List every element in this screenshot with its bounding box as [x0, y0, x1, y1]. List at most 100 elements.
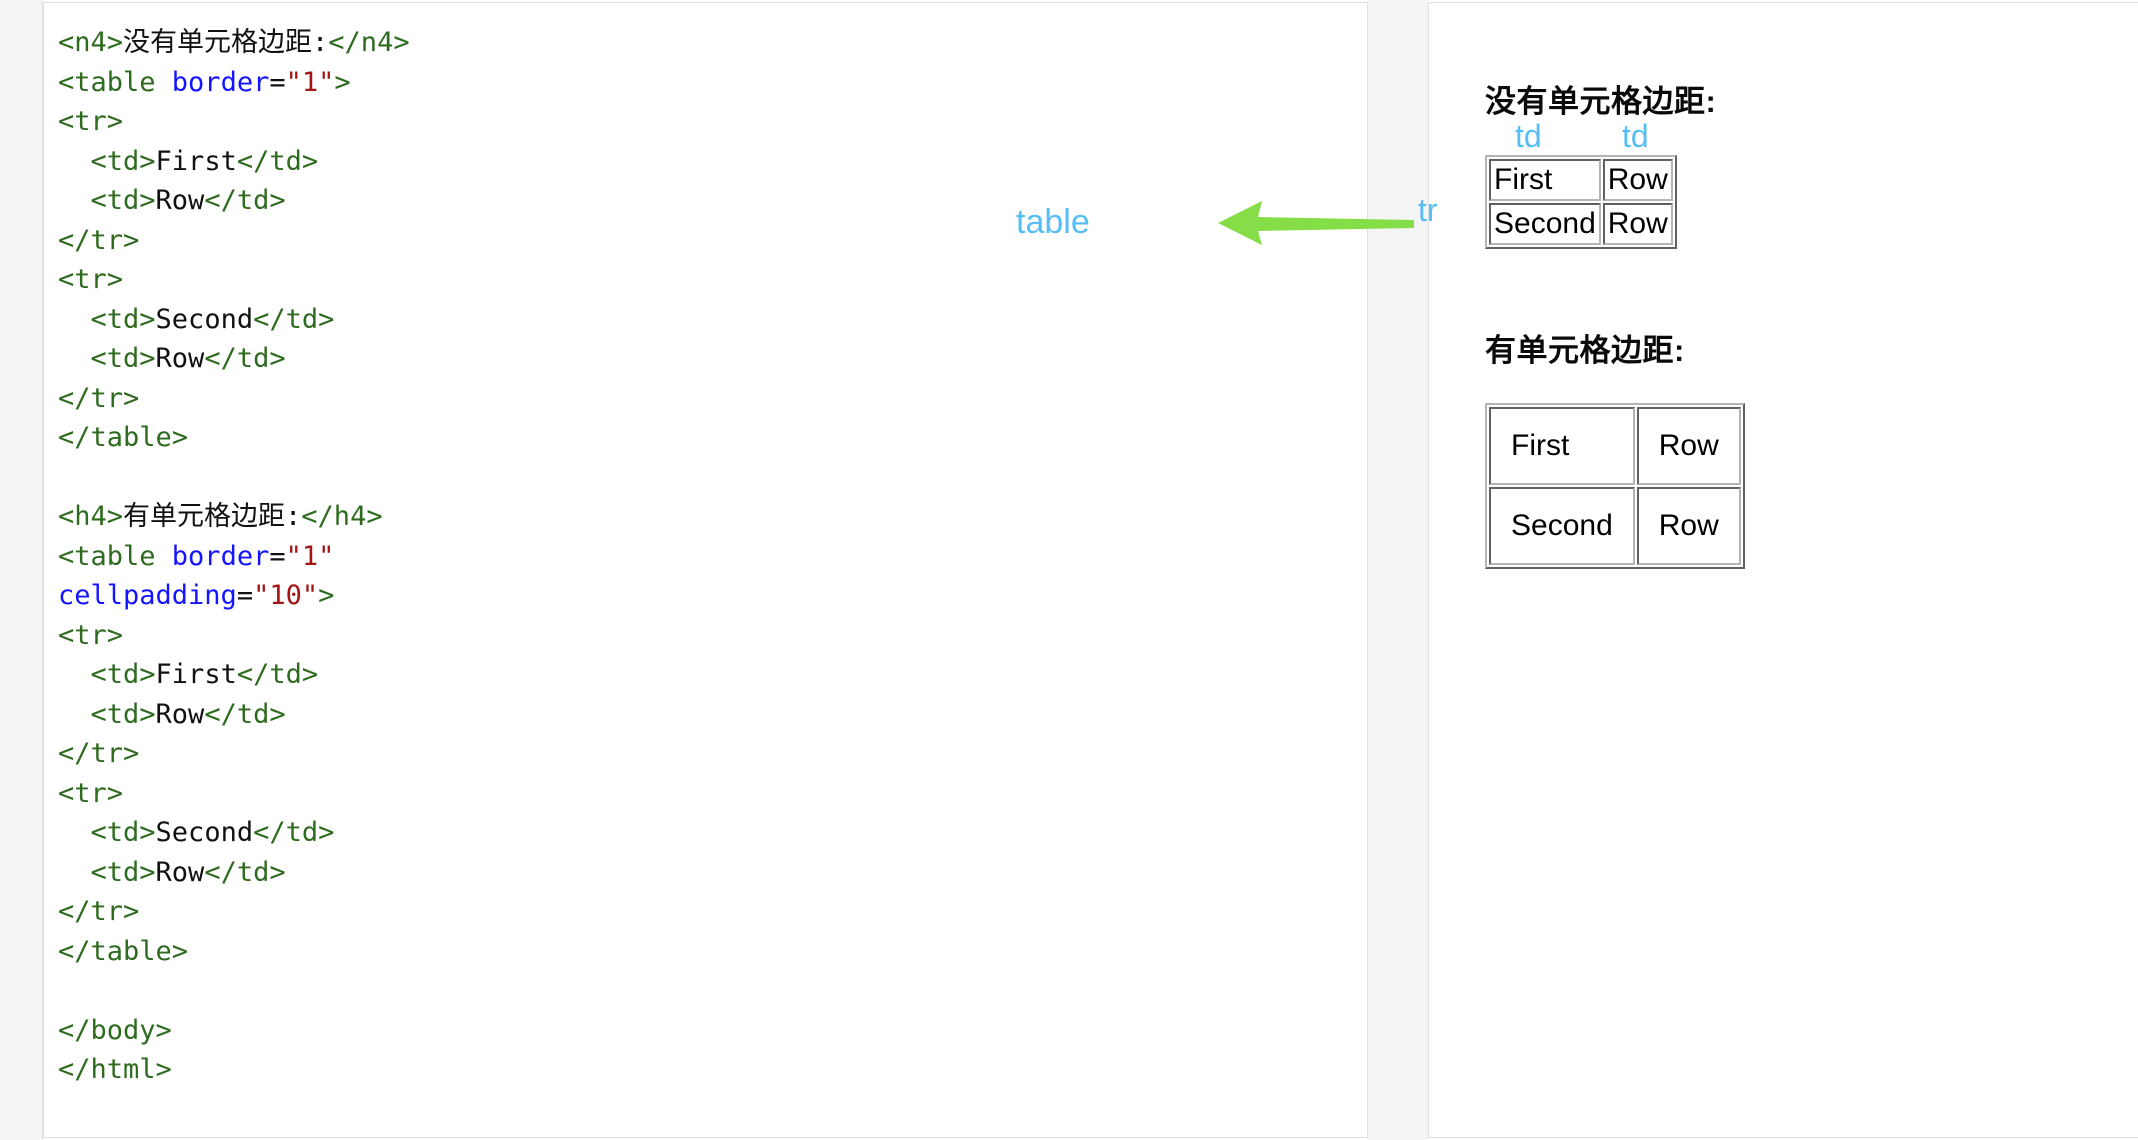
table-row: First Row	[1489, 407, 1741, 485]
code-token-tag: <td>	[90, 343, 156, 374]
code-token-attr: cellpadding	[58, 580, 237, 611]
code-line: </body>	[58, 1011, 1367, 1051]
code-line: <td>Row</td>	[58, 181, 1367, 221]
table-cell: First	[1489, 407, 1635, 485]
code-token-txt: Row	[155, 698, 205, 730]
code-line: <td>First</td>	[58, 142, 1367, 182]
code-token-attr: border	[171, 66, 270, 98]
code-token-tag: >	[334, 66, 351, 98]
table-cell: Row	[1636, 487, 1741, 565]
screenshot-root: <n4>没有单元格边距:</n4> <table border="1"> <tr> …	[0, 0, 2138, 1140]
code-token-tag: </h4>	[301, 501, 383, 532]
code-line: <td>Row</td>	[58, 695, 1367, 735]
annotation-label-td-left: td	[1515, 118, 1542, 154]
code-token-tag: </td>	[253, 817, 335, 848]
code-line: </table>	[58, 418, 1367, 458]
code-line: </tr>	[58, 892, 1367, 932]
code-token-tag: </td>	[204, 856, 286, 888]
code-line: <tr>	[58, 260, 1367, 300]
code-line: </table>	[58, 932, 1367, 972]
preview-table-no-cellpadding: First Row Second Row	[1485, 155, 1677, 249]
preview-content: 没有单元格边距: First Row Second Row 有单元格边距: Fi…	[1429, 3, 2138, 1137]
code-token-tag: </html>	[58, 1054, 172, 1085]
code-token-tag: <td>	[90, 817, 156, 848]
code-token-tag: <h4>	[58, 501, 124, 532]
table-row: First Row	[1489, 159, 1673, 201]
table-row: Second Row	[1489, 487, 1741, 565]
code-line: </tr>	[58, 221, 1367, 261]
code-line: </tr>	[58, 379, 1367, 419]
code-token-tag: <tr>	[58, 777, 124, 809]
table-body: First Row Second Row	[1489, 407, 1741, 565]
table-cell: Row	[1602, 159, 1673, 201]
code-token-txt: First	[155, 659, 237, 690]
code-token-tag: </td>	[236, 145, 319, 177]
rendered-output-pane[interactable]: 没有单元格边距: First Row Second Row 有单元格边距: Fi…	[1428, 2, 2138, 1138]
code-token-attr: border	[171, 540, 270, 572]
annotation-label-table: table	[1016, 203, 1090, 241]
preview-heading-with-cellpadding: 有单元格边距:	[1485, 333, 1685, 368]
code-line: cellpadding="10">	[58, 576, 1367, 616]
code-line: <td>Second</td>	[58, 813, 1367, 853]
code-line: </html>	[58, 1050, 1367, 1090]
html-source-pane[interactable]: <n4>没有单元格边距:</n4> <table border="1"> <tr> …	[43, 2, 1368, 1138]
code-token-tag: <td>	[90, 856, 156, 888]
code-line: <tr>	[58, 102, 1367, 142]
table-cell: Row	[1636, 407, 1741, 485]
code-block[interactable]: <n4>没有单元格边距:</n4> <table border="1"> <tr> …	[44, 3, 1367, 1090]
code-line: <td>First</td>	[58, 655, 1367, 695]
code-token-tag: <tr>	[58, 619, 124, 651]
code-token-tag: <n4>	[58, 27, 124, 58]
code-token-tag: <table	[58, 66, 172, 98]
code-line: <td>Row</td>	[58, 339, 1367, 379]
code-line: <td>Second</td>	[58, 300, 1367, 340]
code-token-tag: <table	[58, 540, 172, 572]
table-cell: First	[1489, 159, 1601, 201]
code-line: <h4>有单元格边距:</h4>	[58, 497, 1367, 537]
code-token-tag: <td>	[90, 659, 156, 690]
page-gutter-between-panes	[1368, 0, 1428, 1140]
code-token-tag: <td>	[90, 303, 156, 335]
table-body: First Row Second Row	[1489, 159, 1673, 245]
code-line: <n4>没有单元格边距:</n4>	[58, 23, 1367, 63]
code-token-tag: </tr>	[58, 896, 140, 927]
code-token-txt: First	[155, 145, 237, 177]
code-token-tag: </td>	[204, 698, 286, 730]
table-cell: Second	[1489, 487, 1635, 565]
code-line: </tr>	[58, 734, 1367, 774]
code-token-tag: </body>	[58, 1014, 172, 1046]
code-token-tag: </table>	[58, 935, 189, 967]
code-token-tag: <tr>	[58, 106, 124, 137]
code-token-tag: </table>	[58, 422, 189, 453]
code-token-tag: </tr>	[58, 224, 140, 256]
code-line: <td>Row</td>	[58, 853, 1367, 893]
code-token-eq: =	[269, 540, 286, 572]
code-token-tag: </td>	[236, 659, 319, 690]
table-row: Second Row	[1489, 203, 1673, 245]
code-token-tag: </tr>	[58, 738, 140, 769]
code-token-eq: =	[236, 580, 254, 611]
code-token-eq: =	[269, 66, 286, 98]
code-token-tag: >	[318, 580, 335, 611]
code-token-tag: </td>	[253, 303, 335, 335]
code-token-txt: Second	[155, 817, 254, 848]
code-token-tag: </n4>	[328, 27, 410, 58]
code-token-tag: <tr>	[58, 264, 124, 295]
code-token-val: "1"	[285, 540, 335, 572]
preview-heading-no-cellpadding: 没有单元格边距:	[1485, 84, 1717, 119]
code-token-tag: <td>	[90, 185, 156, 216]
code-token-txt: Row	[155, 343, 205, 374]
code-line: <table border="1">	[58, 63, 1367, 103]
code-token-tag: <td>	[90, 698, 156, 730]
code-token-txt: Second	[155, 303, 254, 335]
table-cell: Row	[1602, 203, 1673, 245]
annotation-label-td-right: td	[1622, 118, 1649, 154]
code-token-txt: Row	[155, 856, 205, 888]
code-token-txt: Row	[155, 185, 205, 216]
annotation-label-tr: tr	[1418, 192, 1438, 228]
code-token-txt: 有单元格边距:	[123, 501, 302, 532]
code-line: <tr>	[58, 616, 1367, 656]
code-token-tag: </tr>	[58, 382, 140, 414]
